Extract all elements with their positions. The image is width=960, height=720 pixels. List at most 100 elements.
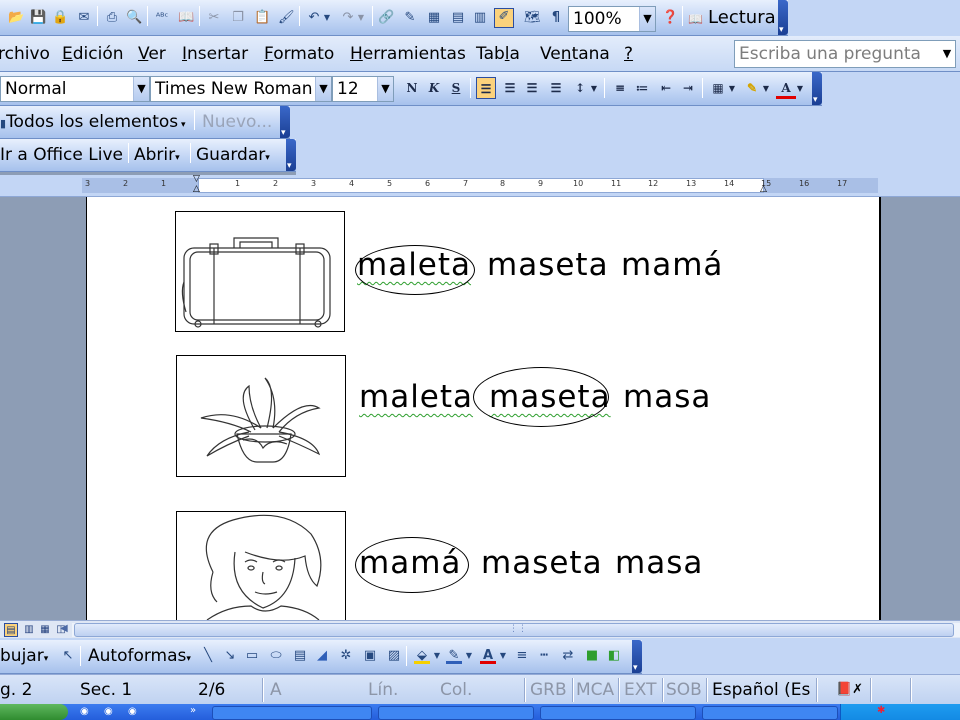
menu-help[interactable]: ? (624, 43, 633, 65)
status-record-macro[interactable]: GRB (530, 680, 567, 700)
numbering-icon[interactable]: ≡ (610, 77, 630, 99)
insert-excel-icon[interactable]: ▤ (450, 10, 466, 26)
menu-herramientas[interactable]: Herramientas (350, 43, 466, 65)
fill-color-icon[interactable]: ⬙ (414, 648, 430, 664)
oval-icon[interactable]: ⬭ (268, 648, 284, 664)
font-color-icon[interactable]: A (480, 648, 496, 664)
zoom-combo[interactable]: 100% ▼ (568, 6, 656, 32)
status-overtype[interactable]: SOB (666, 680, 702, 700)
diagram-icon[interactable]: ✲ (338, 648, 354, 664)
save-online-button[interactable]: Guardar▾ (196, 144, 270, 169)
redo-icon[interactable]: ↷ (340, 10, 356, 26)
chevron-down-icon[interactable]: ▼ (760, 77, 772, 99)
open-button[interactable]: Abrir▾ (134, 144, 180, 169)
chevron-down-icon[interactable]: ▼ (939, 41, 955, 67)
taskbar-window-button[interactable] (702, 706, 838, 720)
toolbar-options-grip[interactable] (280, 106, 290, 138)
insert-table-icon[interactable]: ▦ (426, 10, 442, 26)
horizontal-ruler[interactable]: 3 2 1 1 2 3 4 5 6 7 8 9 10 11 12 13 14 1… (0, 175, 960, 197)
chevron-down-icon[interactable]: ▼ (133, 77, 149, 101)
status-language[interactable]: Español (Es (712, 680, 810, 700)
chevron-down-icon[interactable]: ▼ (432, 648, 442, 664)
word-option[interactable]: masa (623, 379, 711, 415)
autoshapes-button[interactable]: Autoformas▾ (88, 645, 191, 670)
chevron-down-icon[interactable]: ▼ (794, 77, 806, 99)
increase-indent-icon[interactable]: ⇥ (678, 77, 698, 99)
clip-art-icon[interactable]: ▣ (362, 648, 378, 664)
document-map-icon[interactable]: 🗺 (524, 10, 541, 26)
line-spacing-icon[interactable]: ↕ (570, 77, 590, 99)
help-search-input[interactable]: Escriba una pregunta ▼ (734, 40, 956, 68)
format-painter-icon[interactable]: 🖌 (278, 10, 295, 26)
suitcase-picture[interactable] (175, 211, 345, 332)
menu-formato[interactable]: Formato (264, 43, 334, 65)
style-combo[interactable]: Normal ▼ (0, 76, 150, 102)
menu-archivo[interactable]: rchivo (0, 43, 50, 65)
text-box-icon[interactable]: ▤ (292, 648, 308, 664)
undo-icon[interactable]: ↶ (306, 10, 322, 26)
print-icon[interactable]: ⎙ (104, 10, 120, 26)
mother-picture[interactable] (176, 511, 346, 620)
print-view-icon[interactable]: ▦ (38, 623, 52, 637)
scroll-left-icon[interactable]: ◀ (60, 623, 68, 634)
arrow-style-icon[interactable]: ⇄ (560, 648, 576, 664)
taskbar-window-button[interactable] (212, 706, 372, 720)
align-right-icon[interactable]: ☰ (522, 77, 542, 99)
dash-style-icon[interactable]: ┅ (536, 648, 552, 664)
normal-view-icon[interactable]: ▤ (4, 623, 18, 637)
cut-icon[interactable]: ✂ (206, 10, 222, 26)
word-option[interactable]: mamá (621, 247, 723, 283)
web-view-icon[interactable]: ▥ (22, 623, 36, 637)
menu-ver[interactable]: Ver (138, 43, 166, 65)
italic-button[interactable]: K (424, 77, 444, 99)
shadow-style-icon[interactable]: ■ (584, 648, 600, 664)
word-option[interactable]: masa (615, 545, 703, 581)
toolbar-options-grip[interactable] (812, 72, 822, 105)
hyperlink-icon[interactable]: 🔗 (378, 10, 394, 26)
bold-button[interactable]: N (402, 77, 422, 99)
new-element-button[interactable]: Nuevo... (202, 111, 272, 133)
chevron-down-icon[interactable]: ▼ (377, 77, 393, 101)
start-button[interactable] (0, 704, 68, 720)
tray-icon[interactable]: ✱ (877, 705, 885, 716)
chevron-right-icon[interactable]: » (190, 705, 196, 716)
all-elements-button[interactable]: ▮Todos los elementos ▾ (0, 111, 186, 136)
toolbar-options-grip[interactable] (286, 139, 296, 171)
open-icon[interactable]: 📂 (8, 10, 24, 26)
align-center-icon[interactable]: ☰ (500, 77, 520, 99)
taskbar-window-button[interactable] (378, 706, 534, 720)
first-line-indent-marker[interactable]: ▽ (193, 175, 200, 184)
line-style-icon[interactable]: ≡ (514, 648, 530, 664)
right-indent-marker[interactable]: △ (760, 185, 767, 194)
chevron-down-icon[interactable]: ▼ (464, 648, 474, 664)
email-icon[interactable]: ✉ (76, 10, 92, 26)
save-icon[interactable]: 💾 (30, 10, 46, 26)
reading-layout-button[interactable]: 📖 Lectura (688, 7, 776, 31)
chevron-down-icon[interactable]: ▼ (498, 648, 508, 664)
toolbar-options-grip[interactable] (778, 0, 788, 35)
horizontal-scrollbar[interactable]: ◀ ⋮⋮ (60, 623, 960, 637)
quick-launch-icon[interactable]: ◉ (80, 706, 89, 717)
chevron-down-icon[interactable]: ▼ (639, 7, 655, 31)
line-color-icon[interactable]: ✎ (446, 648, 462, 664)
spelling-icon[interactable]: ᴬᴮᶜ (154, 10, 170, 26)
status-extend[interactable]: EXT (624, 680, 656, 700)
menu-edicion[interactable]: Edición (62, 43, 124, 65)
left-indent-marker[interactable]: △ (193, 185, 200, 194)
scroll-thumb[interactable]: ⋮⋮ (74, 623, 954, 637)
draw-menu-button[interactable]: bujar▾ (0, 645, 48, 670)
print-preview-icon[interactable]: 🔍 (126, 10, 142, 26)
help-icon[interactable]: ❓ (662, 10, 678, 26)
drawing-icon[interactable]: ✐ (494, 8, 514, 28)
chevron-down-icon[interactable]: ▼ (356, 10, 366, 26)
show-formatting-icon[interactable]: ¶ (548, 10, 564, 26)
borders-icon[interactable]: ▦ (708, 77, 728, 99)
copy-icon[interactable]: ❐ (230, 10, 246, 26)
chevron-down-icon[interactable]: ▼ (726, 77, 738, 99)
word-option[interactable]: maleta (359, 379, 473, 415)
select-objects-icon[interactable]: ↖ (60, 648, 76, 664)
align-left-icon[interactable]: ☰ (476, 77, 496, 99)
taskbar-window-button[interactable] (540, 706, 696, 720)
highlight-icon[interactable]: ✎ (742, 77, 762, 99)
plant-picture[interactable] (176, 355, 346, 477)
